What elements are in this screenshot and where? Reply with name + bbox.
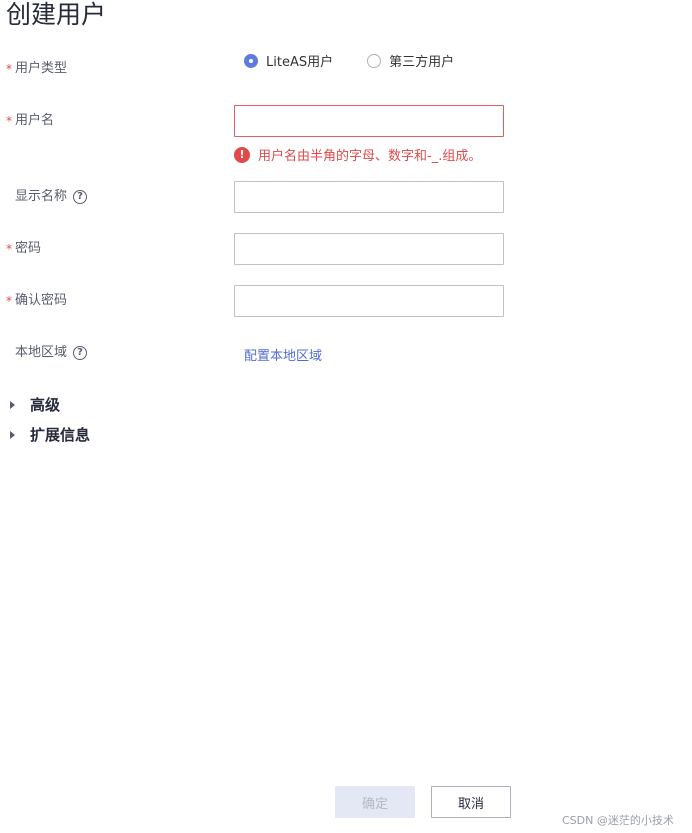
required-mark: * bbox=[6, 294, 12, 308]
watermark: CSDN @迷茫的小技术 bbox=[562, 814, 674, 827]
username-input[interactable] bbox=[234, 105, 504, 137]
user-type-radio-group: LiteAS用户 第三方用户 bbox=[244, 51, 488, 70]
password-input[interactable] bbox=[234, 233, 504, 265]
section-advanced-label: 高级 bbox=[30, 396, 61, 414]
password-label: 密码 bbox=[15, 241, 42, 256]
user-type-label-row: * 用户类型 bbox=[6, 60, 67, 78]
error-icon: ! bbox=[234, 146, 250, 163]
caret-right-icon bbox=[10, 430, 15, 439]
local-region-label: 本地区域 bbox=[15, 345, 68, 360]
required-mark: * bbox=[6, 242, 12, 256]
radio-third-party-user[interactable]: 第三方用户 bbox=[367, 51, 454, 70]
section-extended-info-label: 扩展信息 bbox=[30, 426, 91, 444]
radio-liteas-user[interactable]: LiteAS用户 bbox=[244, 51, 333, 70]
help-icon[interactable]: ? bbox=[73, 346, 88, 360]
section-advanced[interactable]: 高级 bbox=[10, 394, 60, 415]
confirm-password-label: 确认密码 bbox=[15, 293, 68, 308]
confirm-button[interactable]: 确定 bbox=[335, 786, 415, 818]
display-name-label: 显示名称 bbox=[15, 189, 68, 204]
configure-local-region-link[interactable]: 配置本地区域 bbox=[244, 345, 322, 364]
username-error-text: 用户名由半角的字母、数字和-_.组成。 bbox=[258, 149, 482, 164]
confirm-password-input[interactable] bbox=[234, 285, 504, 317]
username-label-row: * 用户名 bbox=[6, 112, 54, 130]
radio-unchecked-icon bbox=[367, 53, 382, 68]
cancel-button[interactable]: 取消 bbox=[431, 786, 511, 818]
help-icon[interactable]: ? bbox=[73, 190, 88, 204]
section-extended-info[interactable]: 扩展信息 bbox=[10, 424, 90, 445]
username-error: ! 用户名由半角的字母、数字和-_.组成。 bbox=[234, 145, 481, 164]
required-mark: * bbox=[6, 114, 12, 128]
username-label: 用户名 bbox=[15, 113, 55, 128]
password-label-row: * 密码 bbox=[6, 240, 41, 258]
caret-right-icon bbox=[10, 400, 15, 409]
user-type-label: 用户类型 bbox=[15, 61, 68, 76]
display-name-input[interactable] bbox=[234, 181, 504, 213]
radio-third-party-user-label: 第三方用户 bbox=[389, 55, 455, 70]
local-region-label-row: 本地区域 ? bbox=[6, 344, 88, 362]
display-name-label-row: 显示名称 ? bbox=[6, 188, 88, 206]
radio-checked-icon bbox=[244, 53, 258, 68]
confirm-password-label-row: * 确认密码 bbox=[6, 292, 67, 310]
radio-liteas-user-label: LiteAS用户 bbox=[266, 55, 334, 70]
required-mark: * bbox=[6, 62, 12, 76]
page-title: 创建用户 bbox=[6, 0, 107, 29]
